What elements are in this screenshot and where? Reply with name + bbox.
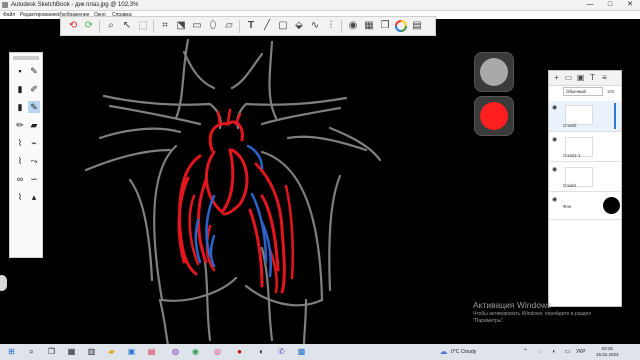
- store-icon[interactable]: ▣: [126, 347, 137, 357]
- app-5-icon[interactable]: ◐: [256, 347, 267, 357]
- layer-editor: + ▭ ▣ T ≡ Обычный 100 ◉ Слой2 ◉ Слой1-1 …: [548, 70, 622, 307]
- weather-icon: ☁: [439, 347, 448, 356]
- clavicle-right: [236, 96, 348, 130]
- chrome-icon[interactable]: ◉: [190, 347, 201, 357]
- layer-opacity-bar[interactable]: [614, 103, 616, 129]
- ribs-left-1: [84, 148, 172, 172]
- speaker-icon[interactable]: ◖: [548, 347, 559, 357]
- taskbar: ⊞ ⌕ ❐ ▦ ▥ ▰ ▣ ▤ ◍ ◉ ◎ ● ◐ ✆ ▩ ☁ 0°C Clou…: [0, 344, 640, 360]
- network-icon[interactable]: ◌: [534, 347, 545, 357]
- arm-right: [328, 126, 382, 162]
- background-color-swatch[interactable]: [603, 197, 620, 214]
- brush-4-icon[interactable]: ⤳: [28, 155, 40, 167]
- brush-palette-handle[interactable]: [0, 275, 7, 291]
- spine-right: [302, 298, 308, 347]
- layer-row-active[interactable]: ◉ Слой2: [549, 101, 621, 132]
- secondary-color-puck[interactable]: [474, 52, 514, 92]
- spine-left: [158, 298, 170, 347]
- layer-name: Слой1-1: [563, 153, 581, 158]
- ribs-right-1: [328, 174, 342, 292]
- eraser-icon[interactable]: ▪: [14, 65, 26, 77]
- layer-name: Фон: [563, 204, 572, 209]
- search-icon[interactable]: ⌕: [26, 347, 37, 357]
- layer-visibility-icon[interactable]: ◉: [552, 196, 557, 203]
- secondary-color-swatch: [480, 58, 508, 86]
- start-icon[interactable]: ⊞: [6, 347, 17, 357]
- layer-visibility-icon[interactable]: ◉: [552, 166, 557, 173]
- blend-mode-select[interactable]: Обычный: [563, 87, 603, 96]
- primary-color-swatch: [480, 102, 508, 130]
- add-group-icon[interactable]: ▭: [564, 73, 573, 82]
- battery-icon[interactable]: ▭: [562, 347, 573, 357]
- app-2-icon[interactable]: ◍: [170, 347, 181, 357]
- viber-icon[interactable]: ✆: [276, 347, 287, 357]
- add-layer-icon[interactable]: +: [552, 73, 561, 82]
- file-explorer-icon[interactable]: ▰: [106, 347, 117, 357]
- clavicle-left: [102, 94, 222, 130]
- blender-icon[interactable]: ▰: [28, 119, 40, 131]
- torso-sketch: [84, 38, 382, 347]
- layer-visibility-icon[interactable]: ◉: [552, 136, 557, 143]
- activation-watermark: Активация Windows Чтобы активировать Win…: [473, 300, 621, 325]
- chisel-icon[interactable]: ✏: [14, 119, 26, 131]
- primary-color-puck[interactable]: [474, 96, 514, 136]
- layer-opacity[interactable]: 100: [607, 87, 615, 96]
- layer-row-background[interactable]: ◉ Фон: [549, 193, 621, 220]
- brush-5-icon[interactable]: ∞: [14, 173, 26, 185]
- clavicle-left-2: [108, 104, 202, 126]
- app-icon[interactable]: ▥: [86, 347, 97, 357]
- add-text-icon[interactable]: T: [588, 73, 597, 82]
- app-3-icon[interactable]: ◎: [212, 347, 223, 357]
- brush-6-icon[interactable]: ∽: [28, 173, 40, 185]
- ballpoint-icon[interactable]: ▮: [14, 101, 26, 113]
- layer-toolbar: + ▭ ▣ T ≡: [549, 71, 621, 86]
- layer-visibility-icon[interactable]: ◉: [552, 104, 557, 111]
- watermark-title: Активация Windows: [473, 300, 552, 310]
- layer-thumbnail: [565, 105, 593, 125]
- neck-right-inner: [230, 52, 264, 90]
- ribs-left-2: [128, 178, 154, 282]
- brush-8-icon[interactable]: ▴: [28, 191, 40, 203]
- smudge-icon[interactable]: ✐: [28, 83, 40, 95]
- layer-name: Слой2: [563, 123, 577, 128]
- neck-right: [268, 40, 278, 120]
- sketchbook-taskbar-icon[interactable]: ▤: [146, 347, 157, 357]
- airbrush-icon[interactable]: ▮: [14, 83, 26, 95]
- heart-and-vessels: [177, 108, 294, 294]
- layer-row[interactable]: ◉ Слой1: [549, 163, 621, 192]
- shoulder-left: [98, 127, 182, 140]
- lung-outline-left: [153, 144, 238, 302]
- clock-date: 15.02.2023: [596, 352, 619, 357]
- app-6-icon[interactable]: ▩: [296, 347, 307, 357]
- brush-palette: ▪ ✎ ▮ ✐ ▮ ✎ ✏ ▰ ⌇ ⌁ ⌇ ⤳ ∞ ∽ ⌇ ▴: [9, 52, 43, 258]
- layer-row[interactable]: ◉ Слой1-1: [549, 133, 621, 162]
- layer-menu-icon[interactable]: ≡: [600, 73, 609, 82]
- tray-chevron-icon[interactable]: ⌃: [520, 347, 531, 357]
- brush-7-icon[interactable]: ⌇: [14, 191, 26, 203]
- brush-2-icon[interactable]: ⌁: [28, 137, 40, 149]
- clock[interactable]: 03:25 15.02.2023: [596, 346, 619, 358]
- add-image-icon[interactable]: ▣: [576, 73, 585, 82]
- brush-1-icon[interactable]: ⌇: [14, 137, 26, 149]
- pencil-icon[interactable]: ✎: [28, 65, 40, 77]
- weather-label[interactable]: 0°C Cloudy: [451, 344, 476, 360]
- neck-left: [174, 38, 190, 120]
- app-4-icon[interactable]: ●: [234, 347, 245, 357]
- widgets-icon[interactable]: ▦: [66, 347, 77, 357]
- marker-icon[interactable]: ✎: [28, 101, 40, 113]
- brush-3-icon[interactable]: ⌇: [14, 155, 26, 167]
- layer-name: Слой1: [563, 183, 577, 188]
- watermark-text: Чтобы активировать Windows, перейдите в …: [473, 311, 592, 324]
- task-view-icon[interactable]: ❐: [46, 347, 57, 357]
- lung-left-red: [177, 154, 208, 276]
- neck-left-inner: [182, 50, 216, 90]
- language-indicator[interactable]: УКР: [576, 344, 585, 360]
